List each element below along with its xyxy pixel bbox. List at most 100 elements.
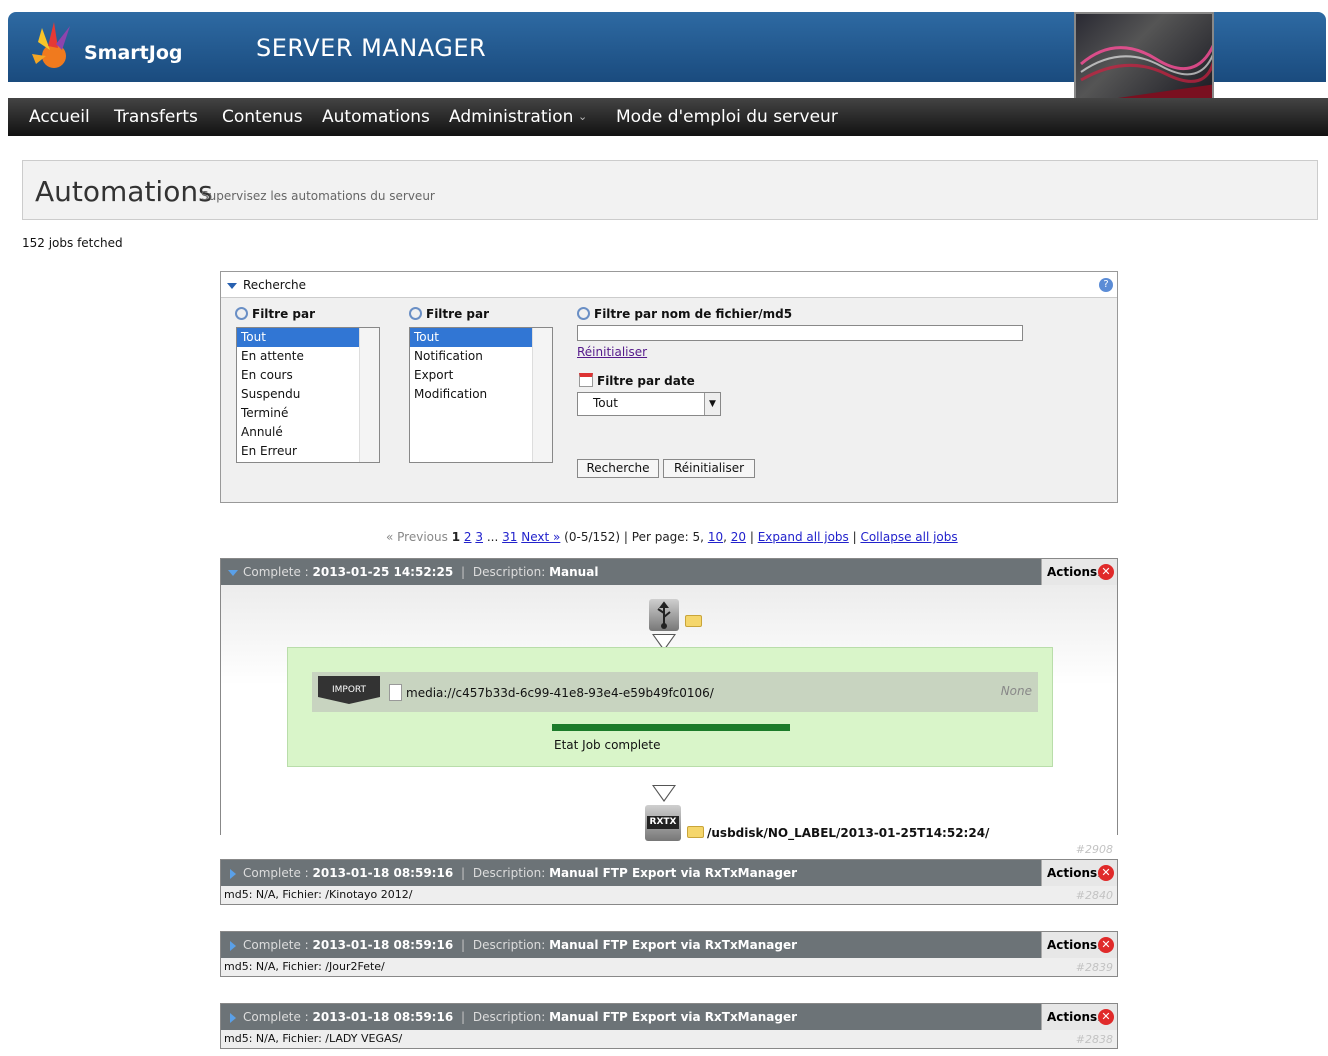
collapse-triangle-icon[interactable] (228, 570, 238, 576)
pager-page-link[interactable]: 2 (464, 530, 472, 544)
job-detail: md5: N/A, Fichier: /LADY VEGAS/ #2838 (221, 1030, 1117, 1048)
expand-all-link[interactable]: Expand all jobs (758, 530, 849, 544)
job-id: #2908 (1075, 843, 1113, 856)
cancel-job-icon[interactable]: ✕ (1098, 937, 1114, 953)
nav-item-contenus[interactable]: Contenus (222, 107, 303, 127)
per-page-option[interactable]: 20 (731, 530, 746, 544)
rxtx-destination-icon: RXTX (645, 805, 681, 841)
pager-current-page: 1 (451, 530, 461, 544)
expand-triangle-icon[interactable] (230, 869, 236, 879)
job-header[interactable]: Complete : 2013-01-18 08:59:16 | Descrip… (221, 932, 1117, 958)
status-option[interactable]: En Erreur (237, 442, 379, 461)
search-panel-title: Recherche (243, 278, 307, 292)
date-filter-label: Filtre par date (579, 373, 695, 388)
search-icon (577, 307, 590, 320)
header-banner-image (1074, 12, 1214, 102)
reset-link[interactable]: Réinitialiser (577, 345, 647, 359)
job-id: #2839 (1075, 961, 1113, 974)
scrollbar[interactable] (359, 328, 379, 462)
job-date: 2013-01-18 08:59:16 (312, 1010, 454, 1024)
rxtx-badge: RXTX (647, 816, 679, 829)
chevron-down-icon[interactable]: ▼ (704, 393, 720, 415)
job-description: Manual FTP Export via RxTxManager (549, 938, 798, 952)
status-option[interactable]: Tout (237, 328, 359, 347)
logo-text: SmartJog (84, 42, 183, 64)
job-status: Complete : (243, 866, 309, 880)
status-option[interactable]: En attente (237, 347, 379, 366)
job-workflow: IMPORT media://c457b33d-6c99-41e8-93e4-e… (221, 585, 1117, 856)
nav-item-accueil[interactable]: Accueil (29, 107, 90, 127)
job-header[interactable]: Complete : 2013-01-18 08:59:16 | Descrip… (221, 1004, 1117, 1030)
search-button[interactable]: Recherche (577, 459, 659, 478)
status-option[interactable]: Suspendu (237, 385, 379, 404)
nav-item-transferts[interactable]: Transferts (114, 107, 198, 127)
status-filter-label: Filtre par (235, 307, 315, 321)
date-filter-select[interactable]: Tout ▼ (577, 392, 721, 416)
job-date: 2013-01-25 14:52:25 (312, 565, 454, 579)
job-desc-label: Description: (472, 938, 546, 952)
destination-path: /usbdisk/NO_LABEL/2013-01-25T14:52:24/ (707, 826, 990, 840)
job-detail-text: md5: N/A, Fichier: /Kinotayo 2012/ (224, 888, 413, 901)
search-panel: Recherche ? Filtre par Tout En attente E… (220, 271, 1118, 503)
job-actions: Actions: ✕ (1041, 1004, 1117, 1030)
job-date: 2013-01-18 08:59:16 (312, 938, 454, 952)
pager-ellipsis: ... (486, 530, 499, 544)
job-description: Manual (549, 565, 599, 579)
help-icon[interactable]: ? (1099, 278, 1113, 292)
pager-page-link[interactable]: 3 (475, 530, 483, 544)
job-status: Complete : (243, 565, 309, 579)
file-icon (389, 684, 402, 701)
job-header[interactable]: Complete : 2013-01-18 08:59:16 | Descrip… (221, 860, 1117, 886)
jobs-fetched-count: 152 jobs fetched (22, 236, 123, 250)
type-filter-list[interactable]: Tout Notification Export Modification (409, 327, 553, 463)
job-description: Manual FTP Export via RxTxManager (549, 1010, 798, 1024)
type-option[interactable]: Notification (410, 347, 552, 366)
pager-next-link[interactable]: Next » (521, 530, 560, 544)
job-panel: Complete : 2013-01-18 08:59:16 | Descrip… (220, 1003, 1118, 1049)
nav-item-automations[interactable]: Automations (322, 107, 430, 127)
filename-input[interactable] (577, 325, 1023, 341)
job-header[interactable]: Complete : 2013-01-25 14:52:25 | Descrip… (221, 559, 1117, 585)
collapse-triangle-icon[interactable] (227, 283, 237, 289)
status-option[interactable]: Annulé (237, 423, 379, 442)
status-option[interactable]: Terminé (237, 404, 379, 423)
type-option[interactable]: Modification (410, 385, 552, 404)
search-icon (235, 307, 248, 320)
import-step: IMPORT media://c457b33d-6c99-41e8-93e4-e… (312, 672, 1038, 712)
status-option[interactable]: En cours (237, 366, 379, 385)
job-status: Complete : (243, 1010, 309, 1024)
job-panel: Complete : 2013-01-25 14:52:25 | Descrip… (220, 558, 1118, 856)
step-uri: media://c457b33d-6c99-41e8-93e4-e59b49fc… (406, 686, 714, 700)
date-filter-value: Tout (593, 396, 618, 410)
per-page-current: 5, (692, 530, 704, 544)
job-desc-label: Description: (472, 866, 546, 880)
filename-filter-label: Filtre par nom de fichier/md5 (577, 307, 792, 321)
job-panel: Complete : 2013-01-18 08:59:16 | Descrip… (220, 859, 1118, 905)
status-filter-list[interactable]: Tout En attente En cours Suspendu Termin… (236, 327, 380, 463)
search-panel-header[interactable]: Recherche ? (221, 272, 1117, 298)
smartjog-logo-icon (32, 22, 70, 68)
nav-item-administration[interactable]: Administration (449, 107, 573, 127)
job-desc-label: Description: (472, 1010, 546, 1024)
type-option[interactable]: Tout (410, 328, 532, 347)
cancel-job-icon[interactable]: ✕ (1098, 865, 1114, 881)
job-state: Etat Job complete (554, 738, 661, 752)
pager-last-page-link[interactable]: 31 (502, 530, 517, 544)
per-page-option[interactable]: 10 (708, 530, 723, 544)
pagination: « Previous 1 2 3 ... 31 Next » (0-5/152)… (386, 530, 958, 544)
step-status: None (1000, 684, 1032, 698)
scrollbar[interactable] (532, 328, 552, 462)
expand-triangle-icon[interactable] (230, 941, 236, 951)
folder-icon (685, 615, 702, 627)
chevron-down-icon[interactable]: ⌄ (578, 110, 587, 123)
type-option[interactable]: Export (410, 366, 552, 385)
type-filter-label: Filtre par (409, 307, 489, 321)
reset-button[interactable]: Réinitialiser (663, 459, 755, 478)
job-step-panel: IMPORT media://c457b33d-6c99-41e8-93e4-e… (287, 647, 1053, 767)
job-desc-label: Description: (472, 565, 546, 579)
cancel-job-icon[interactable]: ✕ (1098, 1009, 1114, 1025)
nav-item-mode-emploi[interactable]: Mode d'emploi du serveur (616, 107, 838, 127)
collapse-all-link[interactable]: Collapse all jobs (860, 530, 957, 544)
expand-triangle-icon[interactable] (230, 1013, 236, 1023)
cancel-job-icon[interactable]: ✕ (1098, 564, 1114, 580)
